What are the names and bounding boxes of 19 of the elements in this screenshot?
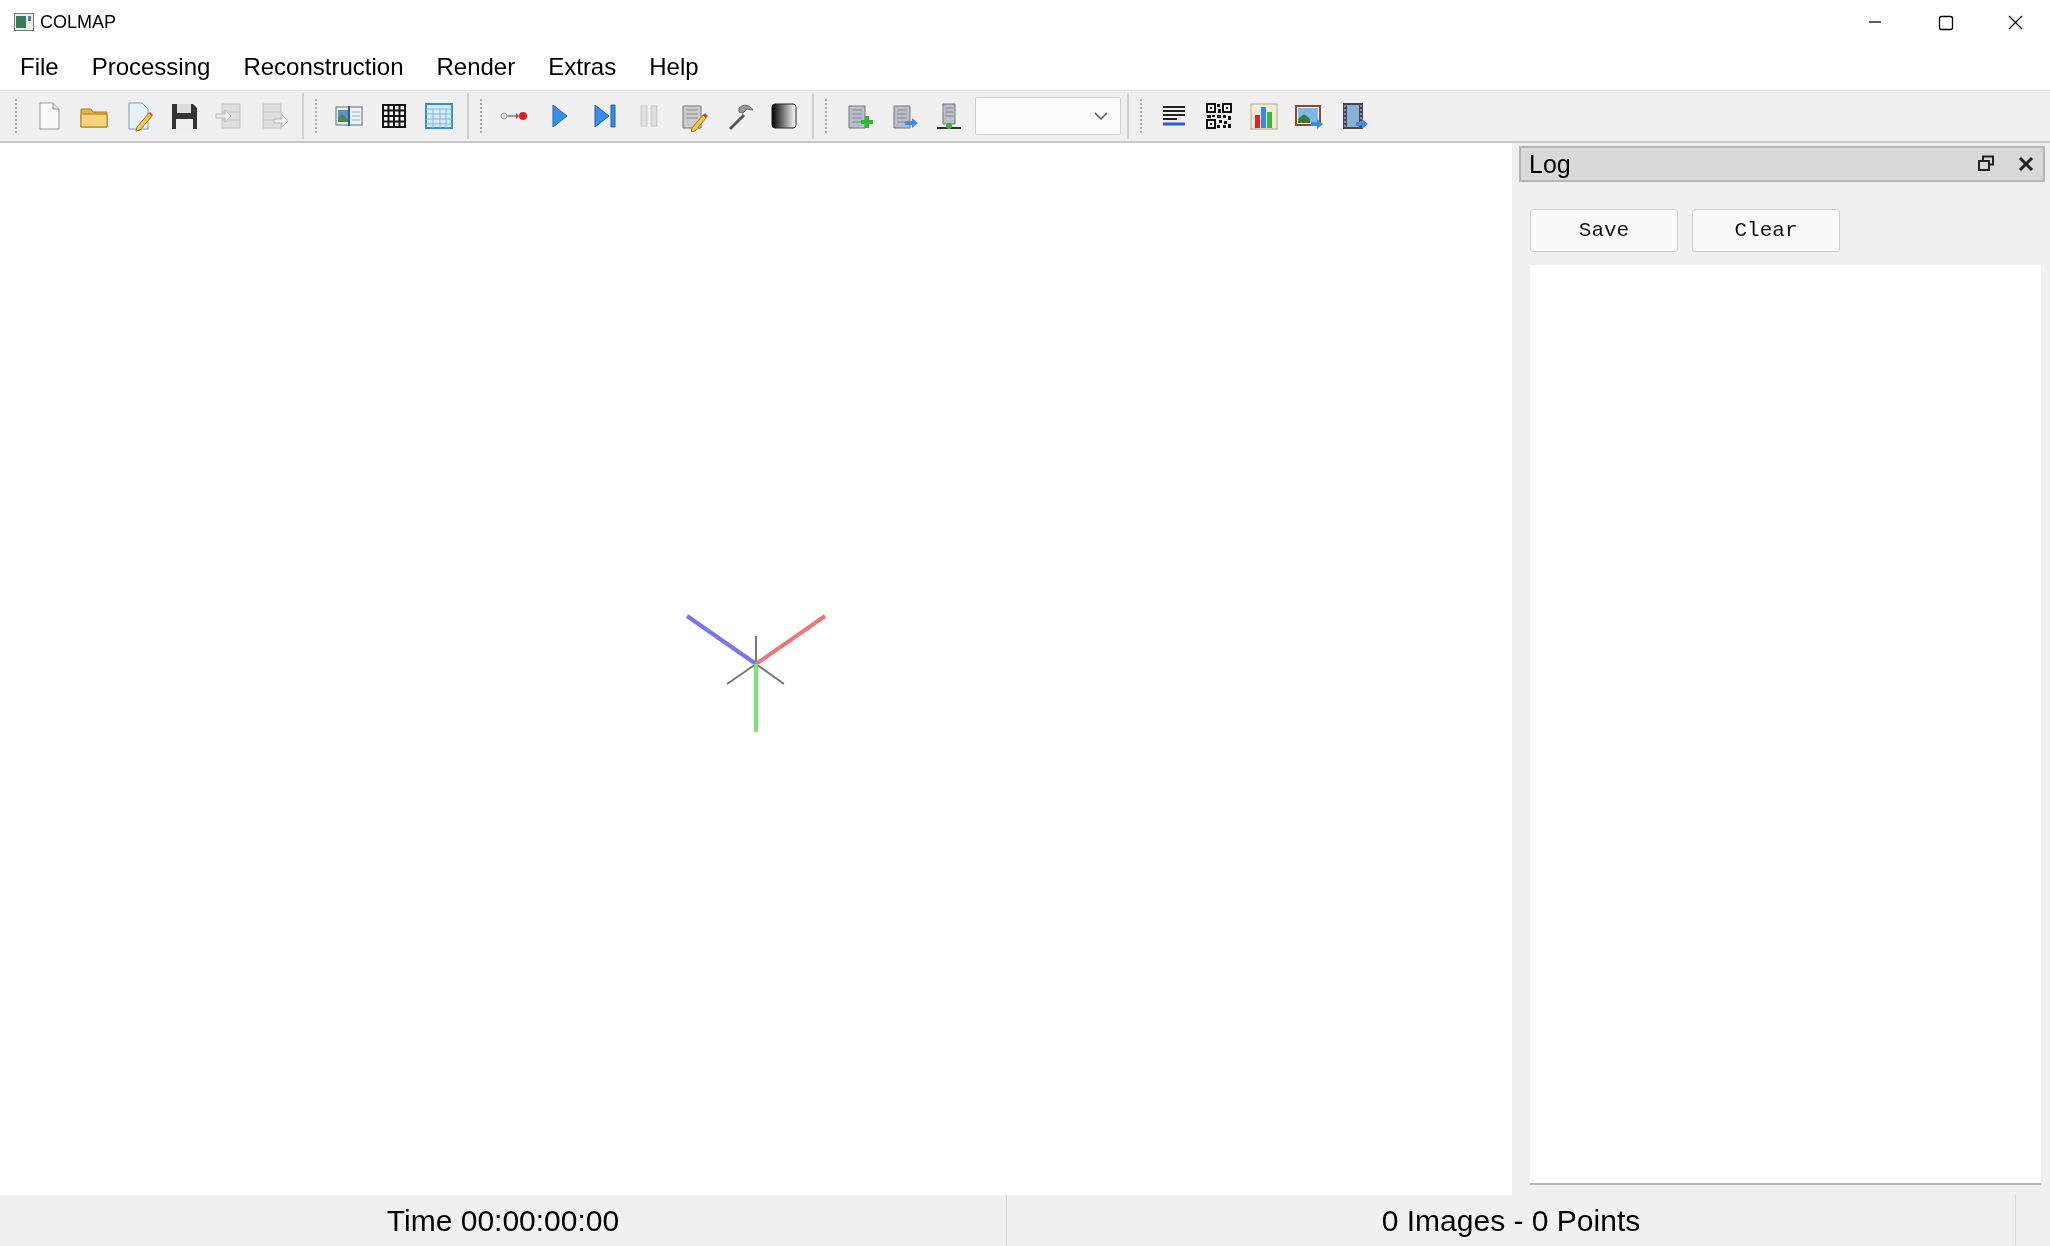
clear-button[interactable]: Clear xyxy=(1692,209,1840,252)
app-icon xyxy=(14,13,34,31)
window-title: COLMAP xyxy=(40,11,118,33)
float-window-icon[interactable] xyxy=(1977,155,1995,173)
bar-chart-icon xyxy=(1247,100,1280,132)
save-button[interactable]: Save xyxy=(1530,209,1678,252)
table-icon xyxy=(422,100,455,132)
menu-item[interactable]: Processing xyxy=(79,49,223,85)
chevron-down-icon xyxy=(1094,111,1108,121)
panel-title: Log xyxy=(1529,149,1572,179)
menu-item[interactable]: Render xyxy=(424,49,528,85)
dot-line-icon xyxy=(499,111,528,121)
close-icon[interactable] xyxy=(2017,155,2035,173)
menu-item[interactable]: Reconstruction xyxy=(231,49,416,85)
image-point-count: 0 Images - 0 Points xyxy=(1381,1203,1641,1238)
elapsed-time: Time 00:00:00:00 xyxy=(386,1203,620,1238)
menu-item[interactable]: File xyxy=(8,49,71,85)
menu-item[interactable]: Help xyxy=(637,49,711,85)
menu-item[interactable]: Extras xyxy=(536,49,629,85)
